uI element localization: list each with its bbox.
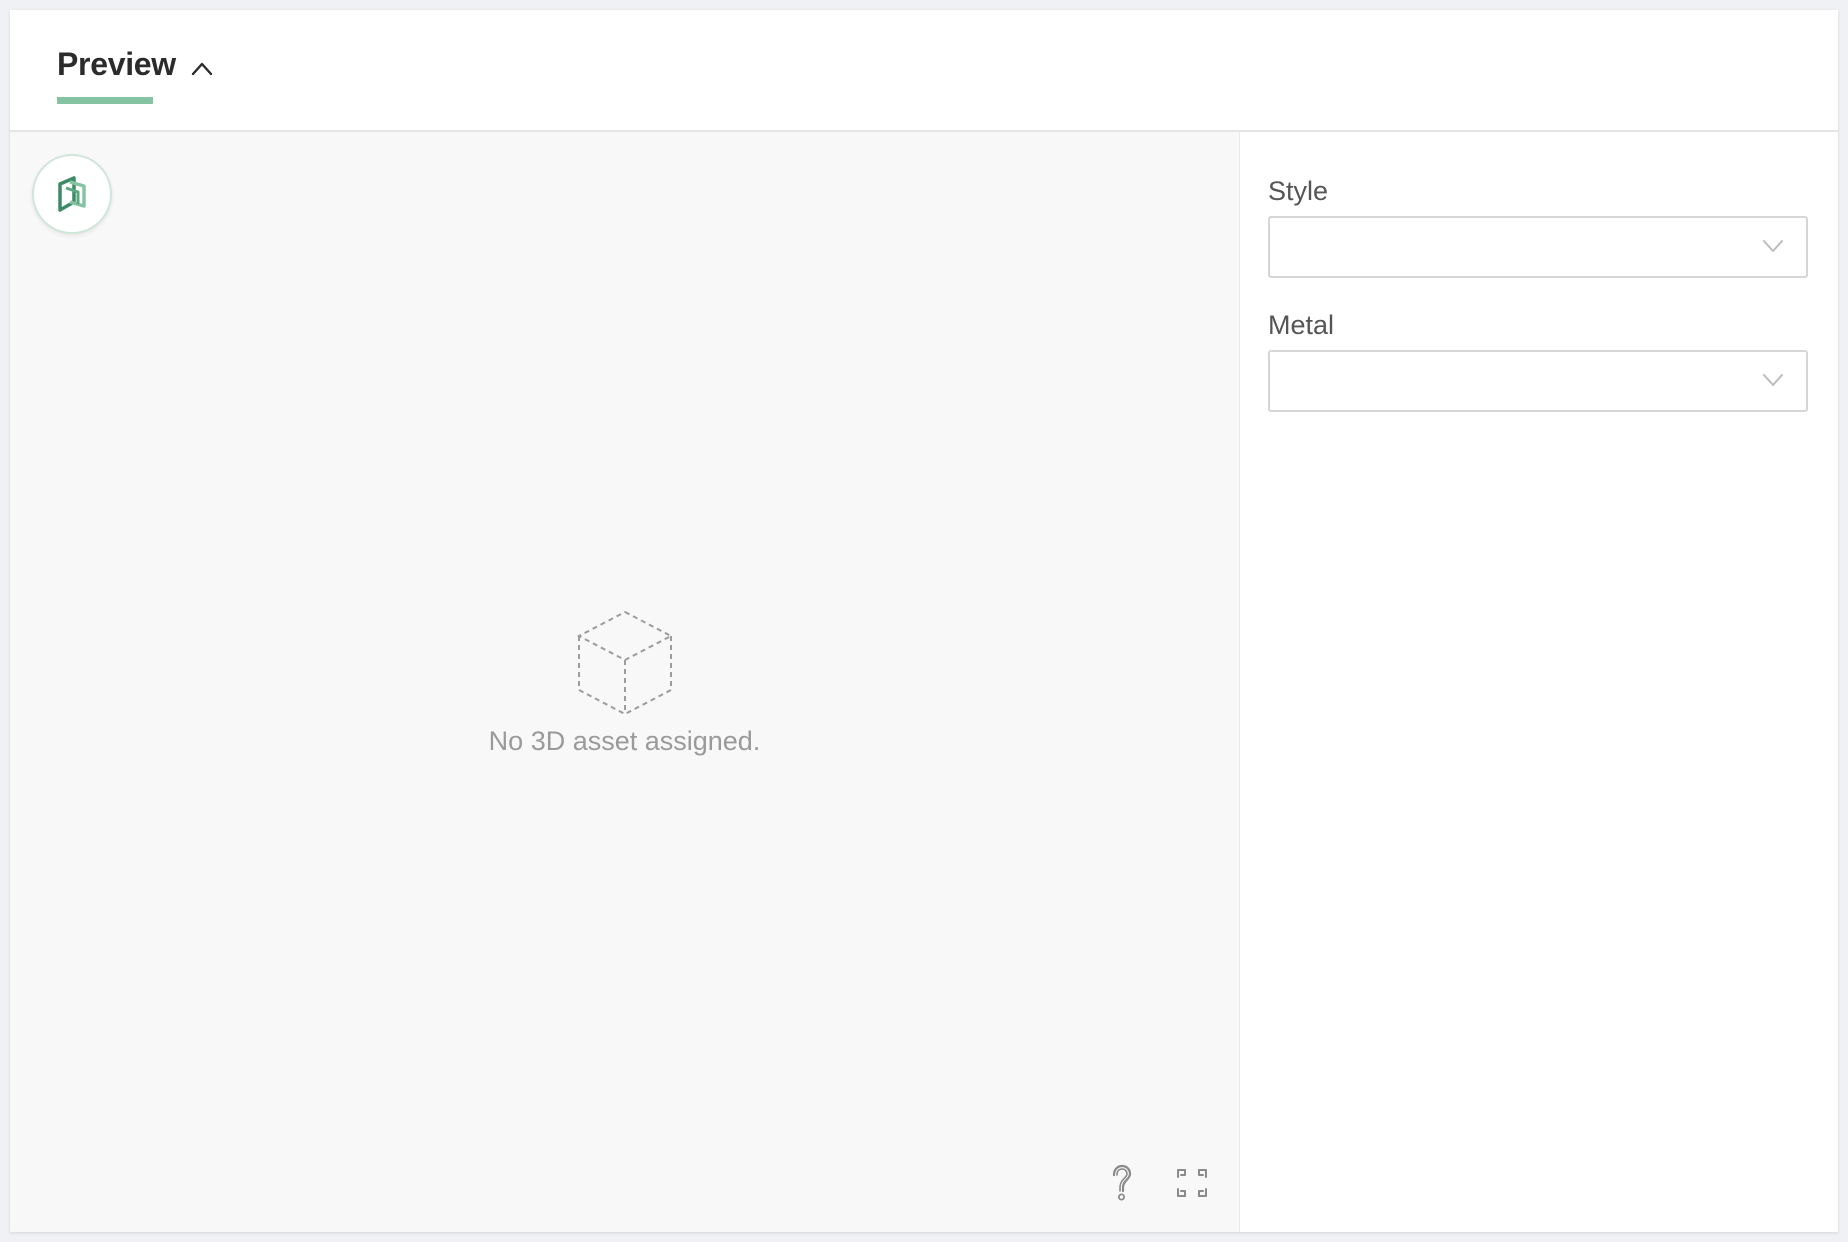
empty-message: No 3D asset assigned.	[488, 726, 761, 756]
fullscreen-button[interactable]	[1175, 1164, 1209, 1202]
viewer-toolbar	[1105, 1164, 1209, 1202]
preview-header: Preview	[10, 10, 1838, 132]
viewer-logo-button[interactable]	[32, 154, 112, 234]
tab-preview[interactable]: Preview	[57, 48, 214, 108]
empty-state: No 3D asset assigned.	[10, 608, 1239, 757]
options-panel: Style Metal	[1240, 132, 1838, 1232]
viewer-logo-icon	[58, 176, 86, 212]
help-button[interactable]	[1105, 1164, 1139, 1202]
fullscreen-icon	[1177, 1169, 1207, 1197]
chevron-up-icon[interactable]	[190, 58, 214, 78]
3d-viewer[interactable]: No 3D asset assigned.	[10, 132, 1240, 1232]
tab-title: Preview	[57, 46, 176, 82]
preview-card: Preview No 3D asset assigned. Style Meta…	[10, 10, 1838, 1232]
style-select[interactable]	[1268, 216, 1808, 278]
style-label: Style	[1268, 176, 1329, 206]
chevron-down-icon	[1763, 374, 1783, 386]
chevron-down-icon	[1763, 240, 1783, 252]
dashed-cube-icon	[576, 610, 673, 715]
metal-label: Metal	[1268, 310, 1335, 340]
tab-active-indicator	[57, 97, 153, 104]
metal-select[interactable]	[1268, 350, 1808, 412]
question-icon	[1112, 1164, 1132, 1201]
